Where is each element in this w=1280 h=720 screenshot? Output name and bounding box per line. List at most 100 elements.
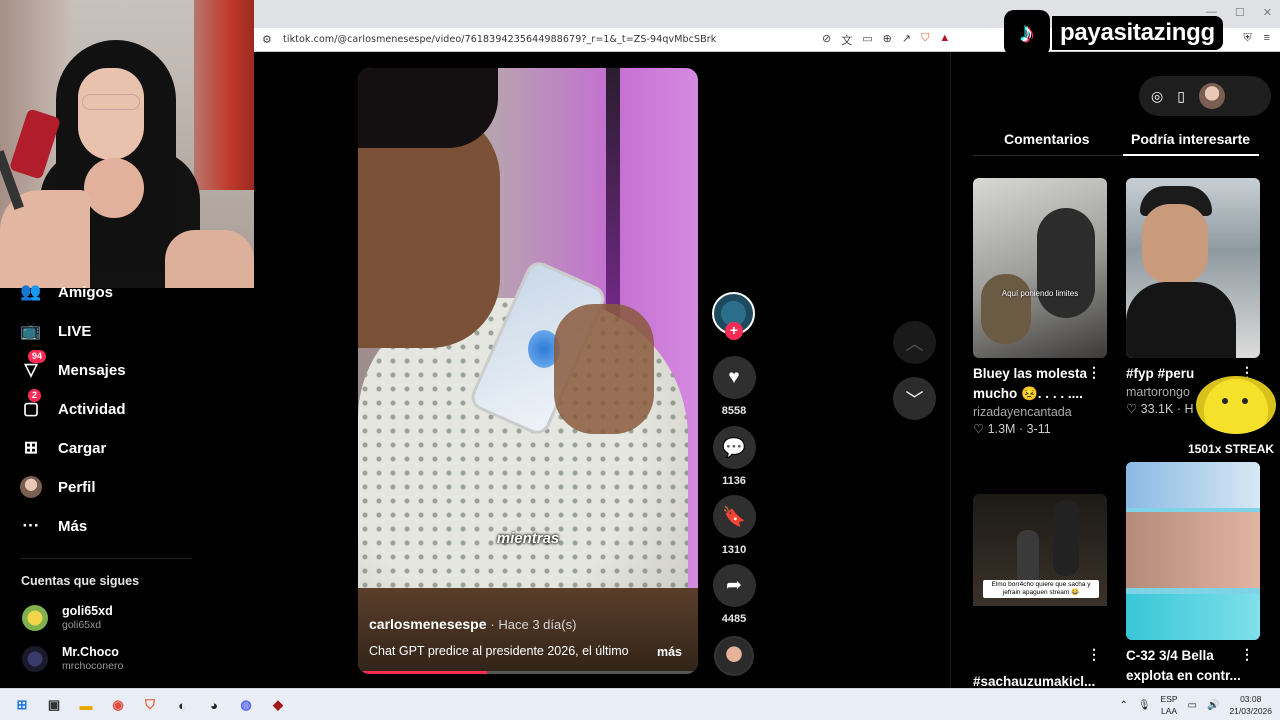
file-explorer-icon[interactable]: ▬ (74, 693, 98, 717)
clock[interactable]: 03:08 21/03/2026 (1229, 693, 1272, 717)
friends-icon: 👥 (20, 282, 42, 301)
close-icon[interactable]: ✕ (1263, 6, 1272, 19)
share-icon[interactable]: ➦ (712, 564, 756, 607)
mascot-eye (1222, 398, 1228, 404)
video-progress-bar[interactable] (358, 671, 698, 674)
like-count: 8558 (721, 405, 747, 417)
card-author[interactable]: rizadayencantada (973, 404, 1107, 420)
comment-icon[interactable]: 💬 (712, 426, 756, 469)
video-thumbnail[interactable]: Aquí poniendo limites (973, 178, 1107, 358)
system-tray: ⌃ 🎙 ESP LAA ▭ 🔊 03:08 21/03/2026 (1119, 693, 1272, 717)
steam-icon[interactable]: ◐ (170, 693, 194, 717)
card-title[interactable]: C-32 3/4 Bella explota en contr... (1126, 646, 1246, 686)
more-options-icon[interactable]: ⋮ (1087, 646, 1101, 663)
comment-action[interactable]: 💬 1136 (712, 426, 756, 487)
video-thumbnail[interactable] (1126, 462, 1260, 640)
following-account[interactable]: goli65xd goli65xd (22, 604, 113, 631)
more-options-icon[interactable]: ⋮ (1240, 646, 1254, 663)
webcam-overlay (0, 0, 254, 288)
brave-icon[interactable]: ⛉ (138, 693, 162, 717)
like-action[interactable]: ♥ 8558 (712, 356, 756, 417)
messages-badge: 94 (28, 350, 47, 363)
account-name: goli65xd (62, 604, 113, 618)
video-thumbnail[interactable] (1126, 178, 1260, 358)
previous-video-button[interactable]: ︿ (893, 321, 936, 364)
sidebar-item-label: Actividad (58, 400, 126, 418)
sidebar-item-label: Amigos (58, 283, 114, 301)
video-description: Chat GPT predice al presidente 2026, el … (369, 644, 629, 658)
translate-icon[interactable]: 文 (841, 32, 852, 48)
sidebar-item-live[interactable]: 📺 LIVE (20, 318, 91, 344)
clock-time: 03:08 (1240, 694, 1262, 704)
game-icon[interactable]: ◆ (266, 693, 290, 717)
brave-shield-icon[interactable]: ⛉ (921, 32, 929, 48)
card-title[interactable]: Bluey las molesta mucho 😣. . . . .... (973, 364, 1093, 404)
sidebar-item-mensajes[interactable]: ▽ 94 Mensajes (20, 350, 126, 383)
phone-icon[interactable]: ▯ (1177, 88, 1185, 105)
video-author[interactable]: carlosmenesespe · Hace 3 día(s) (369, 616, 576, 632)
obs-icon[interactable]: ◕ (202, 693, 226, 717)
menu-icon[interactable]: ≡ (1264, 32, 1270, 45)
tab-podria-interesarte[interactable]: Podría interesarte (1131, 131, 1250, 147)
chevron-up-icon[interactable]: ⌃ (1119, 700, 1127, 711)
microphone-icon[interactable]: 🎙 (1138, 700, 1151, 711)
zoom-icon[interactable]: ⊕ (883, 32, 892, 48)
sidebar-item-mas[interactable]: ··· Más (20, 513, 88, 539)
following-account[interactable]: Mr.Choco mrchoconero (22, 645, 123, 672)
streak-mascot (1196, 376, 1276, 434)
compass-icon[interactable]: ◎ (1151, 88, 1163, 105)
recommended-video-card[interactable]: Aquí poniendo limites Bluey las molesta … (973, 178, 1107, 438)
warning-icon[interactable]: ▲ (939, 32, 950, 48)
avatar (22, 645, 48, 672)
active-tab-indicator (1123, 154, 1259, 156)
video-progress-fill (358, 671, 488, 674)
sidebar: 👥 Amigos 📺 LIVE ▽ 94 Mensajes ▢ 2 Activi… (0, 282, 254, 688)
no-camera-icon[interactable]: ⊘ (822, 32, 831, 48)
network-icon[interactable]: ▭ (1188, 700, 1197, 711)
heart-icon[interactable]: ♥ (712, 356, 756, 399)
mascot-eye (1242, 398, 1248, 404)
video-hand (554, 304, 654, 434)
sidebar-item-cargar[interactable]: ⊞ Cargar (20, 435, 106, 461)
tab-comentarios[interactable]: Comentarios (1004, 131, 1090, 147)
thumbnail-face (1126, 512, 1260, 588)
avatar[interactable] (1198, 83, 1225, 109)
url-text[interactable]: tiktok.com/@carlosmenesespe/video/761839… (283, 34, 716, 45)
volume-icon[interactable]: 🔊 (1207, 700, 1219, 711)
sidebar-item-amigos[interactable]: 👥 Amigos (20, 279, 113, 305)
share-icon[interactable]: ↗ (902, 32, 911, 48)
sidebar-item-perfil[interactable]: Perfil (20, 474, 96, 500)
share-count: 4485 (721, 613, 747, 625)
browser-menu-icons: ⛨ ≡ (1243, 32, 1270, 45)
language-indicator[interactable]: ESP LAA (1161, 693, 1178, 717)
task-view-icon[interactable]: ▣ (42, 693, 66, 717)
music-disc[interactable] (714, 636, 754, 676)
language-code: ESP (1160, 694, 1178, 704)
recommended-video-card[interactable]: C-32 3/4 Bella explota en contr... ⋮ (1126, 462, 1260, 686)
windows-start-icon[interactable]: ⊞ (10, 693, 34, 717)
vpn-icon[interactable]: ⛨ (1243, 32, 1251, 45)
site-settings-icon[interactable]: ⚙ (262, 33, 272, 46)
more-button[interactable]: más (657, 645, 682, 659)
video-player[interactable]: mientras carlosmenesespe · Hace 3 día(s)… (358, 68, 698, 674)
share-action[interactable]: ➦ 4485 (712, 564, 756, 625)
activity-badge: 2 (28, 389, 42, 402)
stream-brand-overlay: ♪ payasitazingg (1004, 10, 1223, 56)
cast-icon[interactable]: ▭ (862, 32, 872, 48)
author-name[interactable]: carlosmenesespe (369, 616, 487, 632)
next-video-button[interactable]: ﹀ (893, 377, 936, 420)
follow-button[interactable]: + (725, 322, 743, 340)
maximize-icon[interactable]: ☐ (1235, 6, 1245, 19)
avatar (20, 476, 42, 498)
sidebar-item-actividad[interactable]: ▢ 2 Actividad (20, 389, 126, 422)
comment-count: 1136 (722, 475, 746, 487)
taskbar-apps: ⊞ ▣ ▬ ◉ ⛉ ◐ ◕ ◍ ◆ (10, 693, 290, 717)
recommended-video-card[interactable]: Elmo borr4cho quiere que sacha y jefrain… (973, 494, 1107, 692)
chrome-icon[interactable]: ◉ (106, 693, 130, 717)
keyboard-layout: LAA (1161, 706, 1178, 716)
bookmark-icon[interactable]: 🔖 (712, 495, 756, 538)
discord-icon[interactable]: ◍ (234, 693, 258, 717)
save-action[interactable]: 🔖 1310 (712, 495, 756, 556)
tiktok-logo-icon: ♪ (1004, 10, 1050, 56)
more-options-icon[interactable]: ⋮ (1087, 364, 1101, 381)
